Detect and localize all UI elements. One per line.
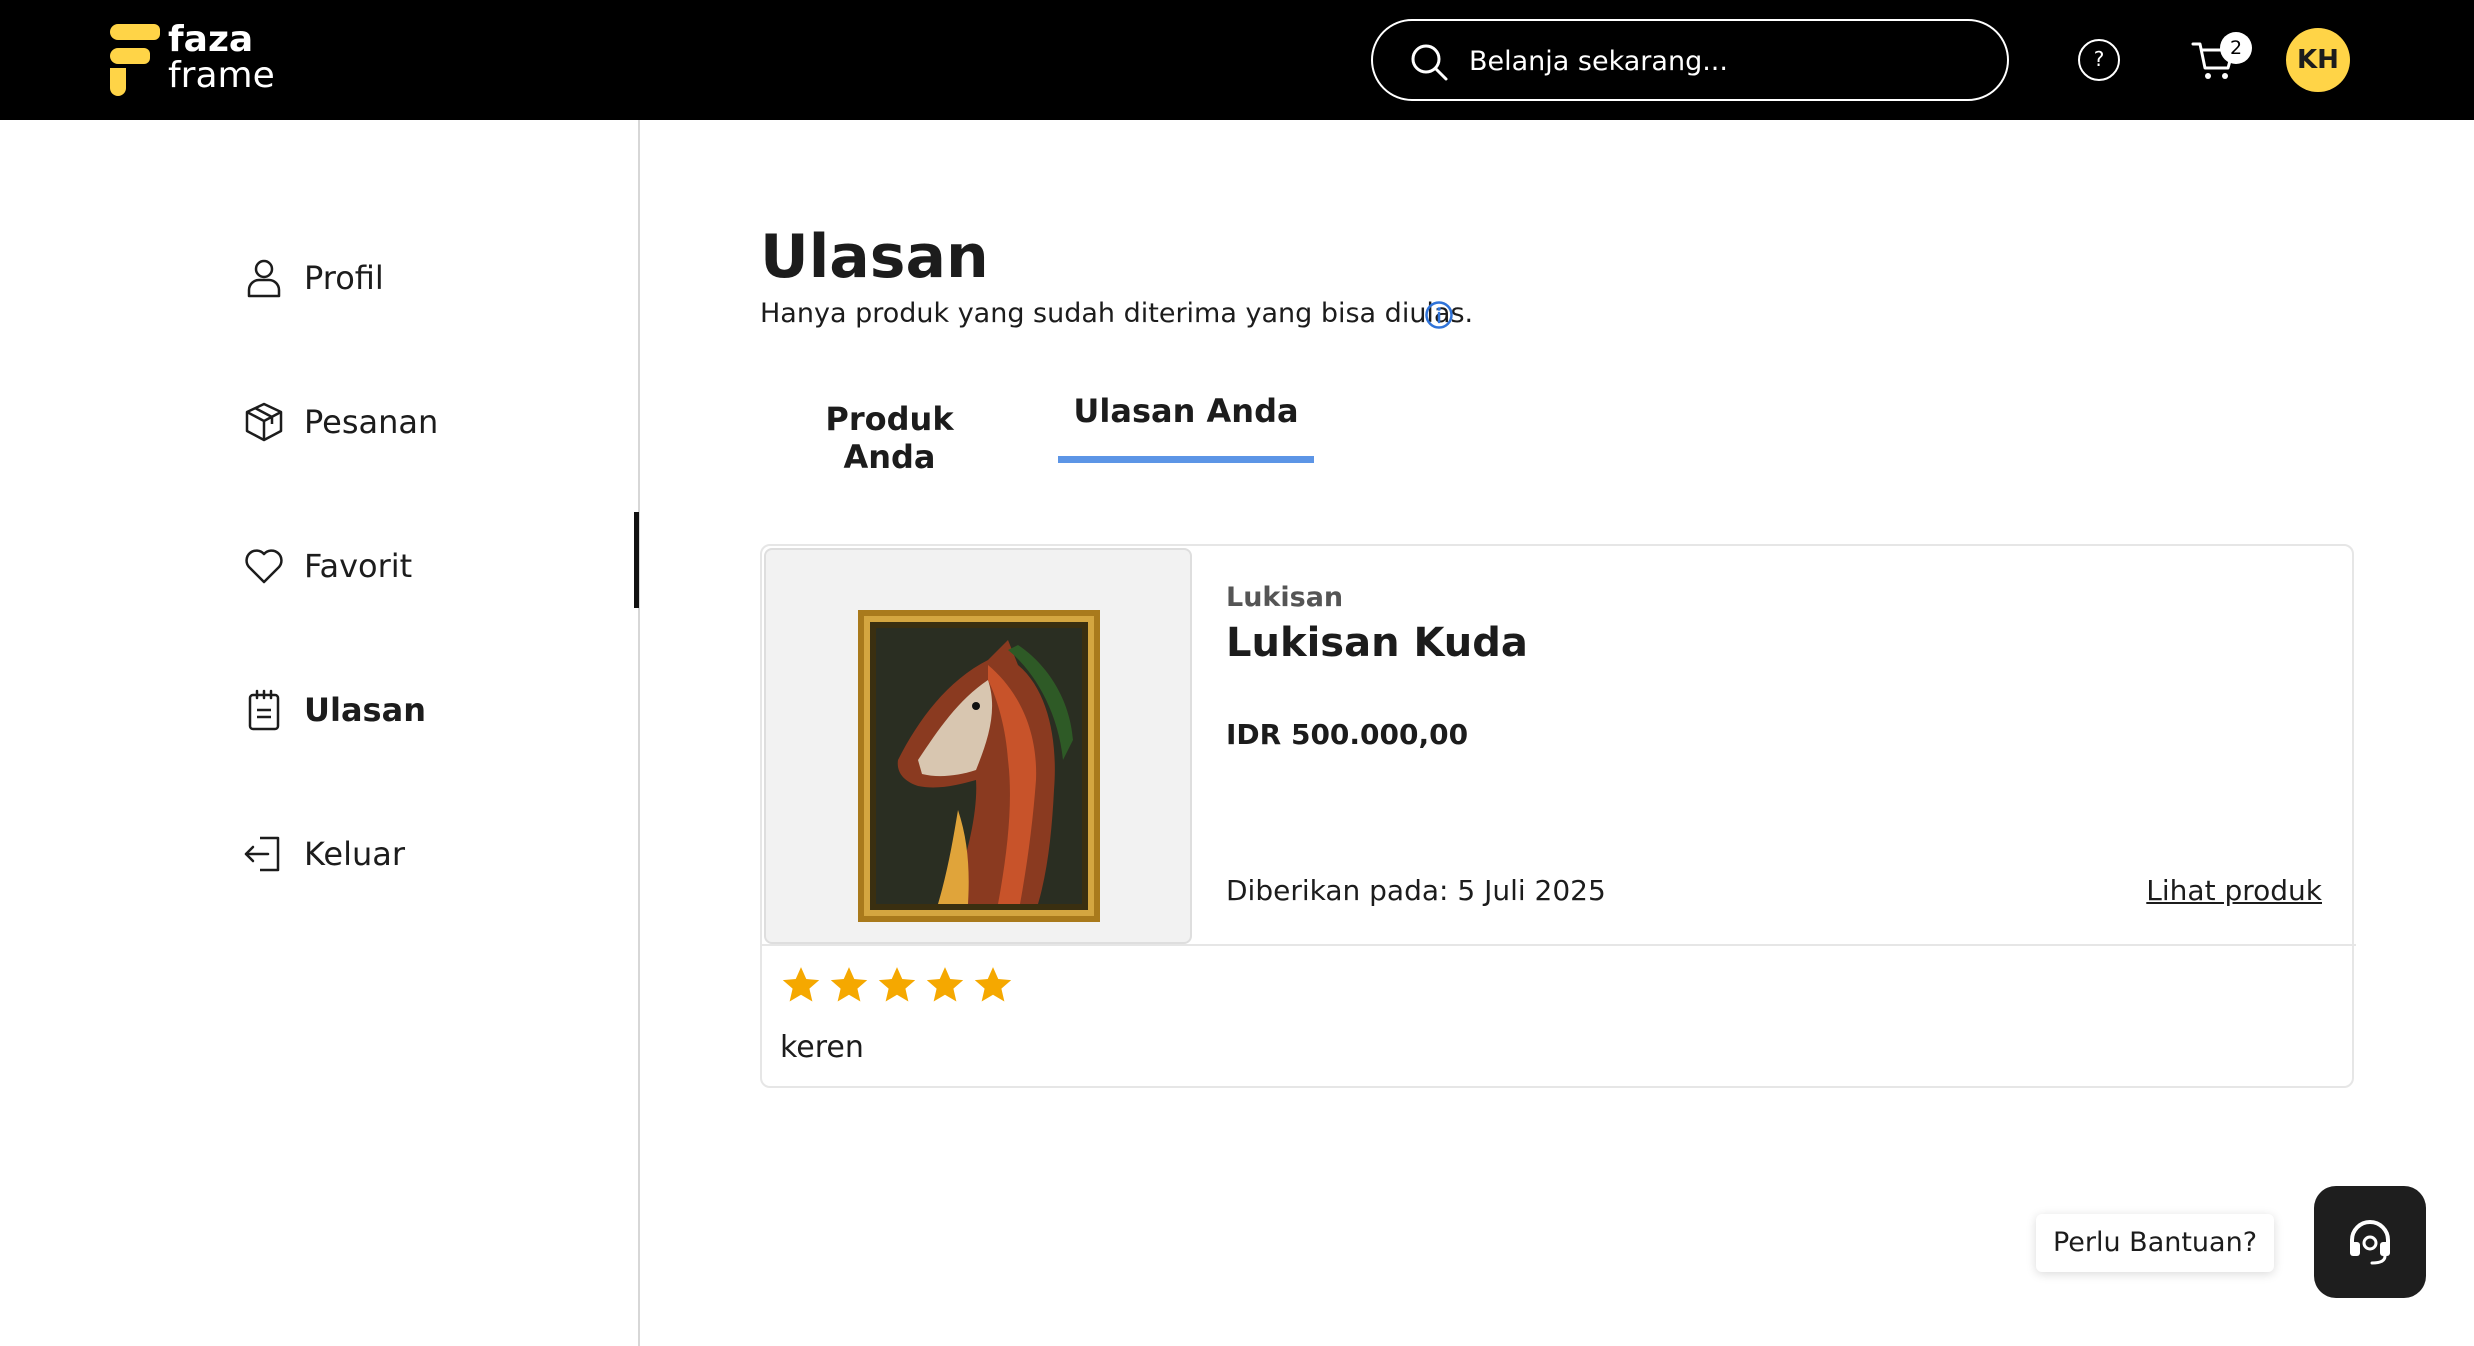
- sidebar: Profil Pesanan Favorit Ulasan Keluar: [0, 120, 640, 1346]
- help-chat-button[interactable]: [2314, 1186, 2426, 1298]
- card-divider: [762, 944, 2356, 946]
- sidebar-item-label: Favorit: [304, 547, 413, 585]
- star-icon: [974, 967, 1012, 1002]
- search-bar[interactable]: [1371, 19, 2009, 101]
- product-image-box[interactable]: [764, 548, 1192, 944]
- search-input[interactable]: [1469, 39, 1979, 83]
- help-icon[interactable]: ?: [2078, 39, 2120, 81]
- review-comment: keren: [780, 1030, 864, 1065]
- star-icon: [878, 967, 916, 1002]
- star-icon: [830, 967, 868, 1002]
- headset-icon: [2350, 1220, 2390, 1265]
- star-icon: [926, 967, 964, 1002]
- search-icon: [1411, 44, 1448, 81]
- star-icon: [782, 967, 820, 1002]
- tab-ulasan-anda[interactable]: Ulasan Anda: [1058, 392, 1314, 462]
- sidebar-item-label: Pesanan: [304, 403, 439, 441]
- help-label[interactable]: Perlu Bantuan?: [2036, 1214, 2274, 1272]
- sidebar-item-profil[interactable]: Profil: [242, 248, 602, 308]
- star-rating: [780, 964, 1014, 1006]
- logo-mark-icon: [110, 24, 160, 96]
- logo-text-line1: faza: [168, 19, 254, 60]
- sidebar-item-keluar[interactable]: Keluar: [242, 824, 602, 884]
- package-icon: [245, 402, 283, 442]
- clipboard-icon: [248, 689, 280, 731]
- info-icon[interactable]: [1424, 300, 1454, 330]
- horse-painting-image: [858, 610, 1100, 922]
- sidebar-item-favorit[interactable]: Favorit: [242, 536, 602, 596]
- sidebar-item-label: Keluar: [304, 835, 406, 873]
- sidebar-item-label: Profil: [304, 259, 384, 297]
- logout-icon: [244, 836, 280, 872]
- page-subtitle: Hanya produk yang sudah diterima yang bi…: [760, 298, 1474, 329]
- review-date: Diberikan pada: 5 Juli 2025: [1226, 874, 1606, 907]
- avatar[interactable]: KH: [2286, 28, 2350, 92]
- logo-text-line2: frame: [168, 55, 275, 96]
- heart-icon: [245, 549, 283, 584]
- user-icon: [247, 259, 281, 298]
- cart-count-badge: 2: [2220, 32, 2252, 64]
- logo-text: faza frame: [168, 22, 275, 94]
- sidebar-item-pesanan[interactable]: Pesanan: [242, 392, 602, 452]
- logo[interactable]: faza frame: [110, 22, 290, 100]
- top-navbar: faza frame ? 2 KH: [0, 0, 2474, 120]
- active-tab-underline: [1058, 456, 1314, 463]
- page-title: Ulasan: [760, 222, 989, 292]
- review-card: Lukisan Lukisan Kuda IDR 500.000,00 Dibe…: [760, 544, 2356, 1088]
- sidebar-item-label: Ulasan: [304, 691, 426, 729]
- product-name: Lukisan Kuda: [1226, 620, 1528, 666]
- sidebar-active-indicator: [634, 512, 639, 608]
- see-product-link[interactable]: Lihat produk: [2146, 874, 2322, 907]
- sidebar-item-ulasan[interactable]: Ulasan: [242, 680, 602, 740]
- product-category: Lukisan: [1226, 582, 1344, 613]
- tab-produk-anda[interactable]: Produk Anda: [792, 400, 987, 476]
- product-price: IDR 500.000,00: [1226, 718, 1469, 751]
